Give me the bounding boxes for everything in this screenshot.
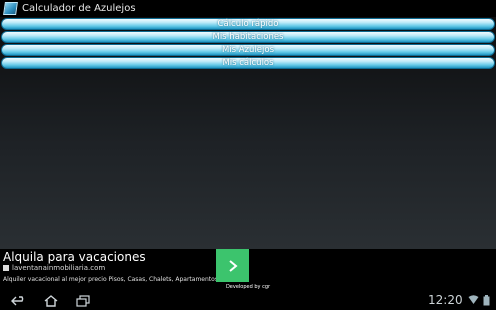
- recent-apps-icon[interactable]: [74, 294, 92, 308]
- my-calcs-button[interactable]: Mis cálculos: [1, 57, 495, 69]
- developer-credit: Developed by cgr: [0, 284, 496, 291]
- system-nav-bar: [0, 291, 496, 310]
- main-menu: Cálculo rápido Mis habitaciones Mis Azul…: [0, 18, 496, 70]
- ad-banner[interactable]: Alquila para vacaciones laventanainmobil…: [0, 249, 496, 284]
- chevron-right-icon: [228, 259, 238, 272]
- home-icon[interactable]: [42, 294, 60, 308]
- my-rooms-button[interactable]: Mis habitaciones: [1, 31, 495, 43]
- ad-favicon-icon: [3, 265, 9, 271]
- back-icon[interactable]: [10, 294, 28, 308]
- app-title-bar: Calculador de Azulejos: [0, 0, 496, 17]
- app-title: Calculador de Azulejos: [22, 3, 136, 14]
- ad-headline[interactable]: Alquila para vacaciones: [3, 250, 146, 264]
- quick-calc-button[interactable]: Cálculo rápido: [1, 18, 495, 30]
- ad-description: Alquiler vacacional al mejor precio Piso…: [3, 276, 218, 283]
- my-tiles-button[interactable]: Mis Azulejos: [1, 44, 495, 56]
- ad-open-button[interactable]: [216, 249, 249, 282]
- main-content: Cálculo rápido Mis habitaciones Mis Azul…: [0, 17, 496, 249]
- ad-url-row: laventanainmobiliaria.com: [3, 264, 105, 272]
- ad-url: laventanainmobiliaria.com: [12, 264, 106, 272]
- system-clock: 12:20: [428, 293, 463, 307]
- wifi-icon: [468, 295, 479, 304]
- app-logo-icon: [3, 2, 18, 15]
- battery-icon: [483, 295, 490, 306]
